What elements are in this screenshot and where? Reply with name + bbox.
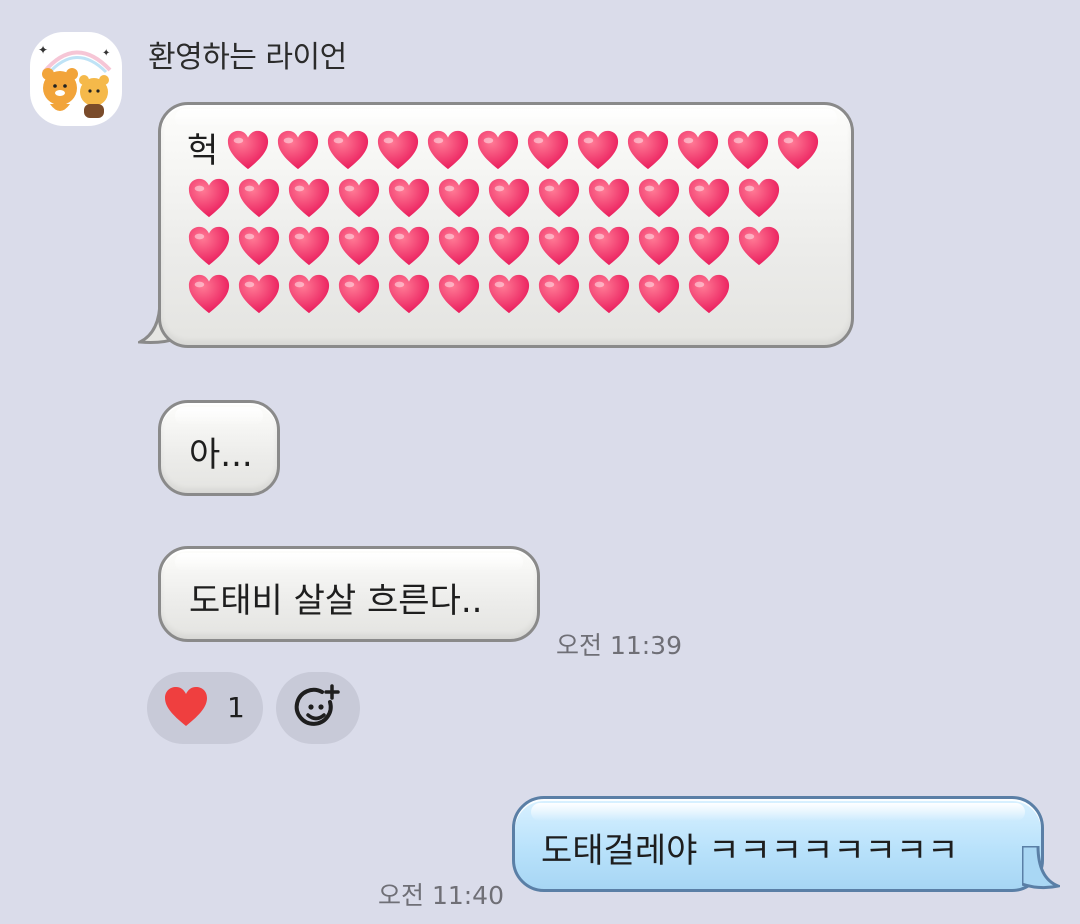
heart-emoji-icon (428, 130, 469, 170)
heart-emoji-icon (688, 178, 730, 218)
heart-emoji-icon (228, 130, 269, 170)
heart-emoji-icon (338, 178, 380, 218)
message-text: 도태걸레야 ㅋㅋㅋㅋㅋㅋㅋㅋ (541, 831, 959, 871)
message-bubble[interactable]: 아... (158, 400, 280, 496)
heart-emoji-icon (628, 130, 669, 170)
heart-emoji-icon (238, 274, 280, 314)
sender-name: 환영하는 라이언 (148, 40, 347, 75)
message-bubble-hearts[interactable]: 헉 (158, 102, 854, 348)
heart-emoji-icon (288, 226, 330, 266)
heart-emoji-icon (338, 274, 380, 314)
message-prefix: 헉 (187, 131, 219, 171)
message-text: 아... (189, 435, 253, 475)
heart-reaction-chip[interactable]: 1 (147, 672, 263, 744)
heart-emoji-icon (278, 130, 319, 170)
heart-emoji-icon (338, 226, 380, 266)
heart-emoji-icon (588, 178, 630, 218)
heart-emoji-icon (378, 130, 419, 170)
message-timestamp: 오전 11:39 (556, 631, 682, 660)
heart-emoji-icon (388, 226, 430, 266)
svg-text:✦: ✦ (102, 48, 110, 59)
heart-emoji-icon (638, 178, 680, 218)
heart-emoji-icon (288, 274, 330, 314)
heart-emoji-icon (528, 130, 569, 170)
heart-emoji-icon (678, 130, 719, 170)
heart-emoji-icon (488, 178, 530, 218)
heart-emoji-icon (238, 226, 280, 266)
heart-emoji-icon (238, 178, 280, 218)
bubble-tail (1022, 846, 1060, 890)
heart-emoji-icon (738, 226, 780, 266)
heart-emoji-icon (188, 274, 230, 314)
heart-emoji-icon (488, 226, 530, 266)
sender-avatar[interactable]: ✦ ✦ (30, 32, 122, 126)
heart-emoji-icon (638, 226, 680, 266)
heart-emoji-icon (728, 130, 769, 170)
heart-emoji-icon (438, 274, 480, 314)
heart-emoji-icon (188, 178, 230, 218)
reaction-count: 1 (227, 691, 245, 724)
add-reaction-button[interactable] (276, 672, 360, 744)
heart-emoji-icon (738, 178, 780, 218)
heart-emoji-icon (688, 226, 730, 266)
heart-emoji-icon (778, 130, 819, 170)
svg-text:✦: ✦ (38, 43, 48, 57)
heart-emoji-icon (438, 178, 480, 218)
heart-emoji-icon (388, 178, 430, 218)
message-text: 헉 (187, 127, 825, 319)
heart-emoji-icon (288, 178, 330, 218)
heart-emoji-icon (538, 226, 580, 266)
heart-emoji-icon (538, 178, 580, 218)
heart-emoji-icon (578, 130, 619, 170)
heart-emoji-icon (388, 274, 430, 314)
heart-emoji-icon (478, 130, 519, 170)
heart-emoji-icon (488, 274, 530, 314)
heart-emoji-icon (188, 226, 230, 266)
heart-emoji-icon (638, 274, 680, 314)
red-heart-icon (165, 687, 207, 726)
heart-emoji-icon (588, 274, 630, 314)
heart-emoji-icon (688, 274, 730, 314)
heart-emoji-icon (588, 226, 630, 266)
message-text: 도태비 살살 흐른다.. (189, 581, 483, 621)
heart-emoji-icon (538, 274, 580, 314)
message-timestamp: 오전 11:40 (378, 881, 504, 910)
message-bubble[interactable]: 도태비 살살 흐른다.. (158, 546, 540, 642)
ryan-character-icon: ✦ ✦ (38, 43, 112, 118)
heart-emoji-icon (328, 130, 369, 170)
my-message-bubble[interactable]: 도태걸레야 ㅋㅋㅋㅋㅋㅋㅋㅋ (512, 796, 1044, 892)
add-emoji-icon (294, 684, 340, 726)
heart-emoji-icon (438, 226, 480, 266)
